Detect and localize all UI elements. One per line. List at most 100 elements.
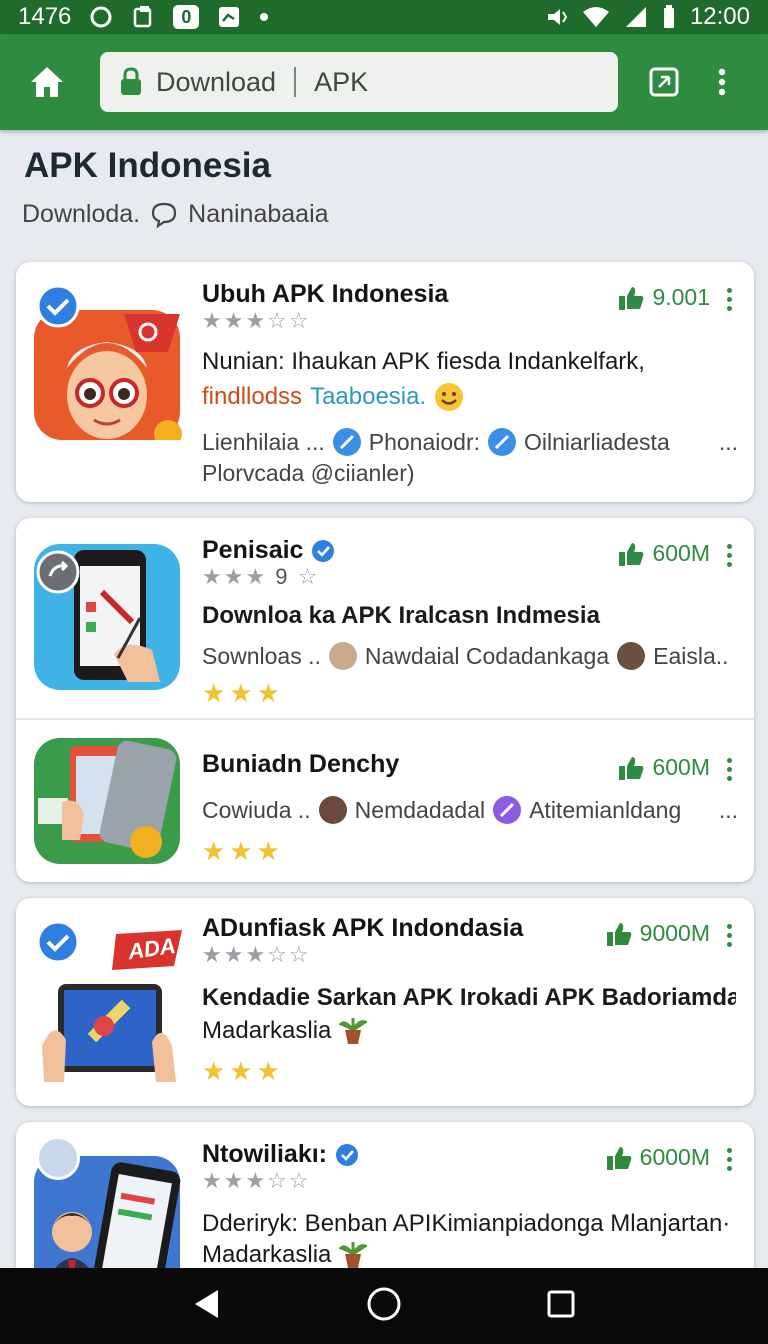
url-text-left: Download	[156, 66, 277, 97]
meta-more: ...	[718, 428, 738, 455]
app-description: Downloa ka APK Iralcasn Indmesia	[202, 602, 600, 629]
overflow-menu-icon	[718, 68, 726, 96]
page-subtitle: Downloda. Naninabaaia	[22, 200, 329, 229]
app-name[interactable]: Ntowiliakı:	[202, 1140, 327, 1169]
app-icon	[32, 284, 182, 448]
lock-icon	[121, 67, 141, 95]
likes-value: 600М	[652, 540, 710, 566]
likes-value: 9000М	[639, 920, 710, 946]
notification-count: 0	[181, 6, 192, 27]
app-meta: Lienhilaia ... Phonaiodr: Oilniarliadest…	[202, 428, 738, 456]
back-button[interactable]	[192, 1287, 222, 1326]
verified-check-icon	[336, 1143, 359, 1166]
meta-more: ...	[718, 796, 738, 823]
likes-count: 600М	[618, 754, 710, 781]
app-name[interactable]: ADunfiask APK Indondasia	[202, 914, 523, 943]
app-name[interactable]: Penisaic	[202, 536, 303, 565]
smile-emoji-icon	[435, 383, 464, 411]
card-menu-button[interactable]	[726, 288, 734, 315]
app-name-row: Penisaic	[202, 536, 335, 565]
home-button[interactable]	[20, 55, 74, 109]
card-menu-button[interactable]	[726, 1148, 734, 1175]
thumbs-up-icon	[619, 542, 644, 566]
overflow-menu-button[interactable]	[710, 62, 734, 102]
tab-switcher-button[interactable]	[644, 62, 684, 102]
plant-pot-icon	[339, 1018, 368, 1044]
vibrate-icon	[544, 5, 568, 29]
likes-count: 600М	[618, 540, 710, 567]
subtitle-right: Naninabaaia	[188, 200, 329, 228]
home-nav-button[interactable]	[366, 1286, 402, 1327]
meta-item: Nawdaial Codadankaga	[364, 642, 610, 669]
app-name[interactable]: Ubuh APK Indonesia	[202, 280, 448, 309]
verified-check-icon	[36, 920, 80, 964]
signal-icon	[624, 6, 648, 28]
app-name[interactable]: Buniadn Denchy	[202, 750, 399, 779]
app-icon	[32, 542, 182, 692]
share-badge-icon	[36, 550, 80, 594]
back-icon	[195, 1289, 218, 1318]
meta-item: Cowiuda ..	[202, 796, 311, 823]
featured-stars: ★★★	[202, 836, 284, 866]
verified-check-icon	[312, 539, 335, 562]
comment-icon	[152, 202, 177, 228]
clipboard-notification-icon	[131, 5, 155, 29]
status-bar: 1476 0 12:00	[0, 0, 768, 34]
browser-toolbar: Download APK	[0, 34, 768, 130]
status-time: 12:00	[689, 3, 750, 30]
meta-item: Lienhilaia ...	[202, 428, 325, 455]
thumbs-up-icon	[606, 1146, 632, 1170]
circle-notification-icon	[89, 5, 113, 29]
card-menu-button[interactable]	[726, 758, 734, 785]
meta-item: Oilniarliadesta	[524, 428, 670, 455]
app-description: Nunian: Ihaukan APK fiesda Indankelfark,	[202, 348, 645, 375]
app-card[interactable]: ADA ADunfiask APK Indondasia ★★★☆☆ 9000М…	[16, 898, 754, 1106]
app-meta: Cowiuda .. Nemdadadal Atitemianldang ...	[202, 796, 738, 824]
app-meta: Sownloas .. Nawdaial Codadankaga Eaisla.…	[202, 642, 738, 670]
app-subdescription: Madarkaslia	[202, 1240, 736, 1270]
app-description: Dderiryk: Benban APIKimianpiadonga Mlanj…	[202, 1210, 731, 1237]
avatar	[617, 642, 646, 670]
battery-icon	[662, 5, 676, 29]
app-card[interactable]: Penisaic ★★★ 9 ☆ 600М Downloa ka APK Ira…	[16, 518, 754, 718]
page-title: APK Indonesia	[24, 146, 271, 185]
app-name-row: Ntowiliakı:	[202, 1140, 359, 1169]
featured-stars: ★★★	[202, 1056, 284, 1086]
avatar	[36, 1136, 80, 1180]
meta-item: Atitemianldang	[529, 796, 682, 823]
url-divider	[294, 67, 297, 97]
meta-item: Nemdadadal	[354, 796, 486, 823]
link-icon	[488, 428, 516, 456]
meta-item: Sownloas ..	[202, 642, 321, 669]
app-icon	[32, 736, 182, 866]
featured-stars: ★★★	[202, 678, 284, 708]
likes-count: 9.001	[618, 284, 710, 311]
app-card[interactable]: Buniadn Denchy 600М Cowiuda .. Nemdadada…	[16, 720, 754, 882]
avatar	[318, 796, 347, 824]
rating-stars: ★★★	[202, 564, 268, 589]
likes-value: 9.001	[652, 284, 710, 310]
card-menu-button[interactable]	[726, 544, 734, 571]
link-icon	[493, 796, 522, 824]
app-card[interactable]: Ubuh APK Indonesia ★★★☆☆ 9.001 Nunian: I…	[16, 262, 754, 502]
verified-check-icon	[36, 284, 80, 328]
card-menu-button[interactable]	[726, 924, 734, 951]
recent-apps-button[interactable]	[546, 1289, 576, 1324]
thumbs-up-icon	[619, 756, 644, 780]
app-category: Madarkaslia	[202, 1241, 332, 1268]
thumbs-up-icon	[606, 922, 632, 946]
app-category: Madarkaslia	[202, 1017, 332, 1044]
star-outline-icon: ☆	[297, 564, 320, 589]
counter-notification-icon: 0	[173, 5, 200, 29]
rating-stars-row: ★★★ 9 ☆	[202, 564, 319, 590]
dot-icon	[259, 12, 269, 22]
link-icon	[332, 428, 361, 456]
app-icon: ADA	[32, 920, 182, 1082]
url-text-right: APK	[314, 66, 369, 97]
url-bar[interactable]: Download APK	[100, 52, 618, 112]
app-description: Kendadie Sarkan APK Irokadi APK Badoriam…	[202, 984, 736, 1011]
rating-stars: ★★★☆☆	[202, 942, 311, 967]
likes-count: 6000М	[606, 1144, 710, 1171]
home-icon	[31, 67, 63, 97]
status-left-text: 1476	[18, 3, 72, 30]
